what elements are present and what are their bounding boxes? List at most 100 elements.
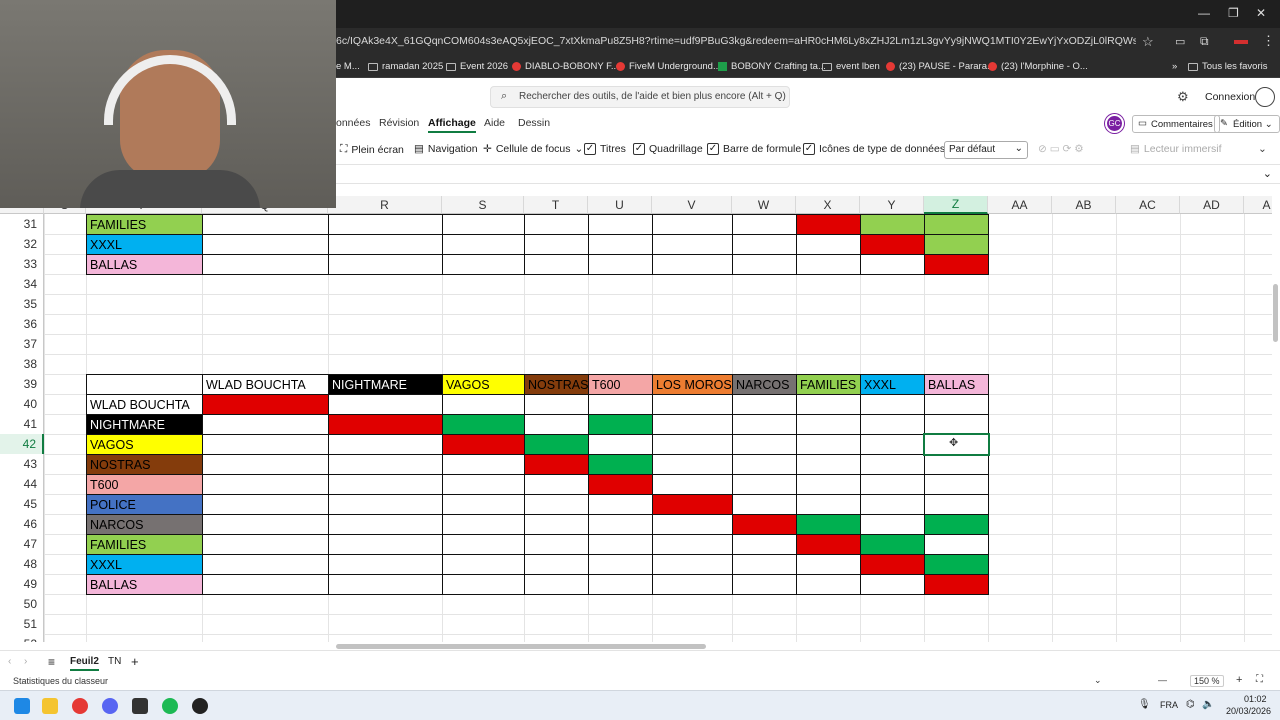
row-header-32[interactable]: 32 bbox=[0, 234, 44, 254]
t2-row-label[interactable]: FAMILIES bbox=[86, 534, 203, 555]
app-icon[interactable] bbox=[132, 698, 148, 714]
t1-cell-v33[interactable] bbox=[652, 254, 733, 275]
t1-cell-t31[interactable] bbox=[524, 214, 589, 235]
column-header-a[interactable]: A bbox=[1244, 196, 1272, 214]
row-header-49[interactable]: 49 bbox=[0, 574, 44, 594]
t2-row-label[interactable]: NARCOS bbox=[86, 514, 203, 535]
expand-formula-icon[interactable]: ⌄ bbox=[1263, 167, 1272, 180]
t2-cell-q44[interactable] bbox=[202, 474, 329, 495]
t2-cell-t42[interactable] bbox=[524, 434, 589, 455]
tab-aide[interactable]: Aide bbox=[484, 117, 505, 129]
t1-cell-w32[interactable] bbox=[732, 234, 797, 255]
t2-cell-x47[interactable] bbox=[796, 534, 861, 555]
bookmark-0[interactable]: e M... bbox=[336, 61, 360, 72]
tab-dessin[interactable]: Dessin bbox=[518, 117, 550, 129]
t2-cell-s49[interactable] bbox=[442, 574, 525, 595]
t2-col-header[interactable]: VAGOS bbox=[442, 374, 525, 395]
t2-cell-z40[interactable] bbox=[924, 394, 989, 415]
t2-cell-w43[interactable] bbox=[732, 454, 797, 475]
gridlines-checkbox[interactable]: ✓ Quadrillage bbox=[633, 143, 703, 155]
t1-cell-r32[interactable] bbox=[328, 234, 443, 255]
settings-gear-icon[interactable]: ⚙ bbox=[1177, 89, 1189, 105]
row-header-33[interactable]: 33 bbox=[0, 254, 44, 274]
t2-col-header[interactable]: BALLAS bbox=[924, 374, 989, 395]
zoom-out-icon[interactable]: — bbox=[1158, 675, 1167, 685]
connexion-link[interactable]: Connexion bbox=[1205, 91, 1255, 103]
t1-cell-q31[interactable] bbox=[202, 214, 329, 235]
row-header-43[interactable]: 43 bbox=[0, 454, 44, 474]
t2-cell-x45[interactable] bbox=[796, 494, 861, 515]
t2-cell-q46[interactable] bbox=[202, 514, 329, 535]
tab-donnees[interactable]: onnées bbox=[336, 117, 370, 129]
tab-affichage[interactable]: Affichage bbox=[428, 117, 476, 133]
t2-cell-v46[interactable] bbox=[652, 514, 733, 535]
t2-cell-r43[interactable] bbox=[328, 454, 443, 475]
bookmark-1[interactable]: ramadan 2025 bbox=[368, 61, 443, 72]
column-header-w[interactable]: W bbox=[732, 196, 796, 214]
t1-cell-u31[interactable] bbox=[588, 214, 653, 235]
edition-button[interactable]: ✎ Édition ⌄ bbox=[1214, 115, 1280, 133]
t1-cell-z31[interactable] bbox=[924, 214, 989, 235]
tab-revision[interactable]: Révision bbox=[379, 117, 419, 129]
t2-cell-u40[interactable] bbox=[588, 394, 653, 415]
t1-cell-w31[interactable] bbox=[732, 214, 797, 235]
t1-cell-s33[interactable] bbox=[442, 254, 525, 275]
t2-cell-y44[interactable] bbox=[860, 474, 925, 495]
t1-cell-z32[interactable] bbox=[924, 234, 989, 255]
t2-cell-v45[interactable] bbox=[652, 494, 733, 515]
t2-cell-s40[interactable] bbox=[442, 394, 525, 415]
t2-cell-s44[interactable] bbox=[442, 474, 525, 495]
t2-row-label[interactable]: T600 bbox=[86, 474, 203, 495]
add-sheet-icon[interactable]: + bbox=[131, 654, 139, 669]
t2-cell-w47[interactable] bbox=[732, 534, 797, 555]
t2-row-label[interactable]: NOSTRAS bbox=[86, 454, 203, 475]
t2-cell-t41[interactable] bbox=[524, 414, 589, 435]
immersive-reader-button[interactable]: ▤ Lecteur immersif bbox=[1130, 143, 1222, 155]
t1-cell-r33[interactable] bbox=[328, 254, 443, 275]
bookmark-7[interactable]: (23) PAUSE - Parara... bbox=[886, 61, 995, 72]
titles-checkbox[interactable]: ✓ Titres bbox=[584, 143, 626, 155]
t2-cell-q43[interactable] bbox=[202, 454, 329, 475]
t2-cell-v41[interactable] bbox=[652, 414, 733, 435]
t1-cell-y31[interactable] bbox=[860, 214, 925, 235]
t2-cell-w44[interactable] bbox=[732, 474, 797, 495]
t2-cell-y40[interactable] bbox=[860, 394, 925, 415]
t2-cell-y41[interactable] bbox=[860, 414, 925, 435]
t2-cell-y43[interactable] bbox=[860, 454, 925, 475]
t1-cell-w33[interactable] bbox=[732, 254, 797, 275]
row-header-37[interactable]: 37 bbox=[0, 334, 44, 354]
t2-row-label[interactable]: POLICE bbox=[86, 494, 203, 515]
file-explorer-icon[interactable] bbox=[42, 698, 58, 714]
url-text[interactable]: 6c/IQAk3e4X_61GQqnCOM604s3eAQ5xjEOC_7xtX… bbox=[336, 35, 1136, 47]
sheet-tab-tn[interactable]: TN bbox=[108, 656, 121, 667]
t2-cell-s47[interactable] bbox=[442, 534, 525, 555]
t2-cell-t47[interactable] bbox=[524, 534, 589, 555]
bookmark-8[interactable]: (23) l'Morphine - O... bbox=[988, 61, 1088, 72]
t2-cell-r40[interactable] bbox=[328, 394, 443, 415]
t2-row-label[interactable]: VAGOS bbox=[86, 434, 203, 455]
t2-col-header[interactable]: T600 bbox=[588, 374, 653, 395]
mic-icon[interactable]: 🎙 bbox=[1138, 699, 1151, 710]
row-header-40[interactable]: 40 bbox=[0, 394, 44, 414]
selected-cell[interactable]: ✥ bbox=[923, 433, 990, 456]
zoom-in-icon[interactable]: + bbox=[1236, 674, 1242, 686]
row-header-36[interactable]: 36 bbox=[0, 314, 44, 334]
t2-cell-y48[interactable] bbox=[860, 554, 925, 575]
t2-cell-y45[interactable] bbox=[860, 494, 925, 515]
minimize-icon[interactable]: — bbox=[1198, 6, 1210, 20]
row-header-38[interactable]: 38 bbox=[0, 354, 44, 374]
t2-cell-u45[interactable] bbox=[588, 494, 653, 515]
t2-cell-r42[interactable] bbox=[328, 434, 443, 455]
t2-cell-w41[interactable] bbox=[732, 414, 797, 435]
t2-cell-s46[interactable] bbox=[442, 514, 525, 535]
column-header-z[interactable]: Z bbox=[924, 196, 988, 214]
datatype-icons-checkbox[interactable]: ✓ Icônes de type de données bbox=[803, 143, 945, 155]
t2-cell-u46[interactable] bbox=[588, 514, 653, 535]
comments-button[interactable]: ▭ Commentaires bbox=[1132, 115, 1220, 133]
extensions-icon[interactable]: ⧉ bbox=[1200, 34, 1209, 49]
network-icon[interactable]: ⌬ bbox=[1186, 699, 1195, 710]
t2-cell-z41[interactable] bbox=[924, 414, 989, 435]
t2-cell-t43[interactable] bbox=[524, 454, 589, 475]
bookmark-4[interactable]: FiveM Underground... bbox=[616, 61, 721, 72]
column-header-s[interactable]: S bbox=[442, 196, 524, 214]
